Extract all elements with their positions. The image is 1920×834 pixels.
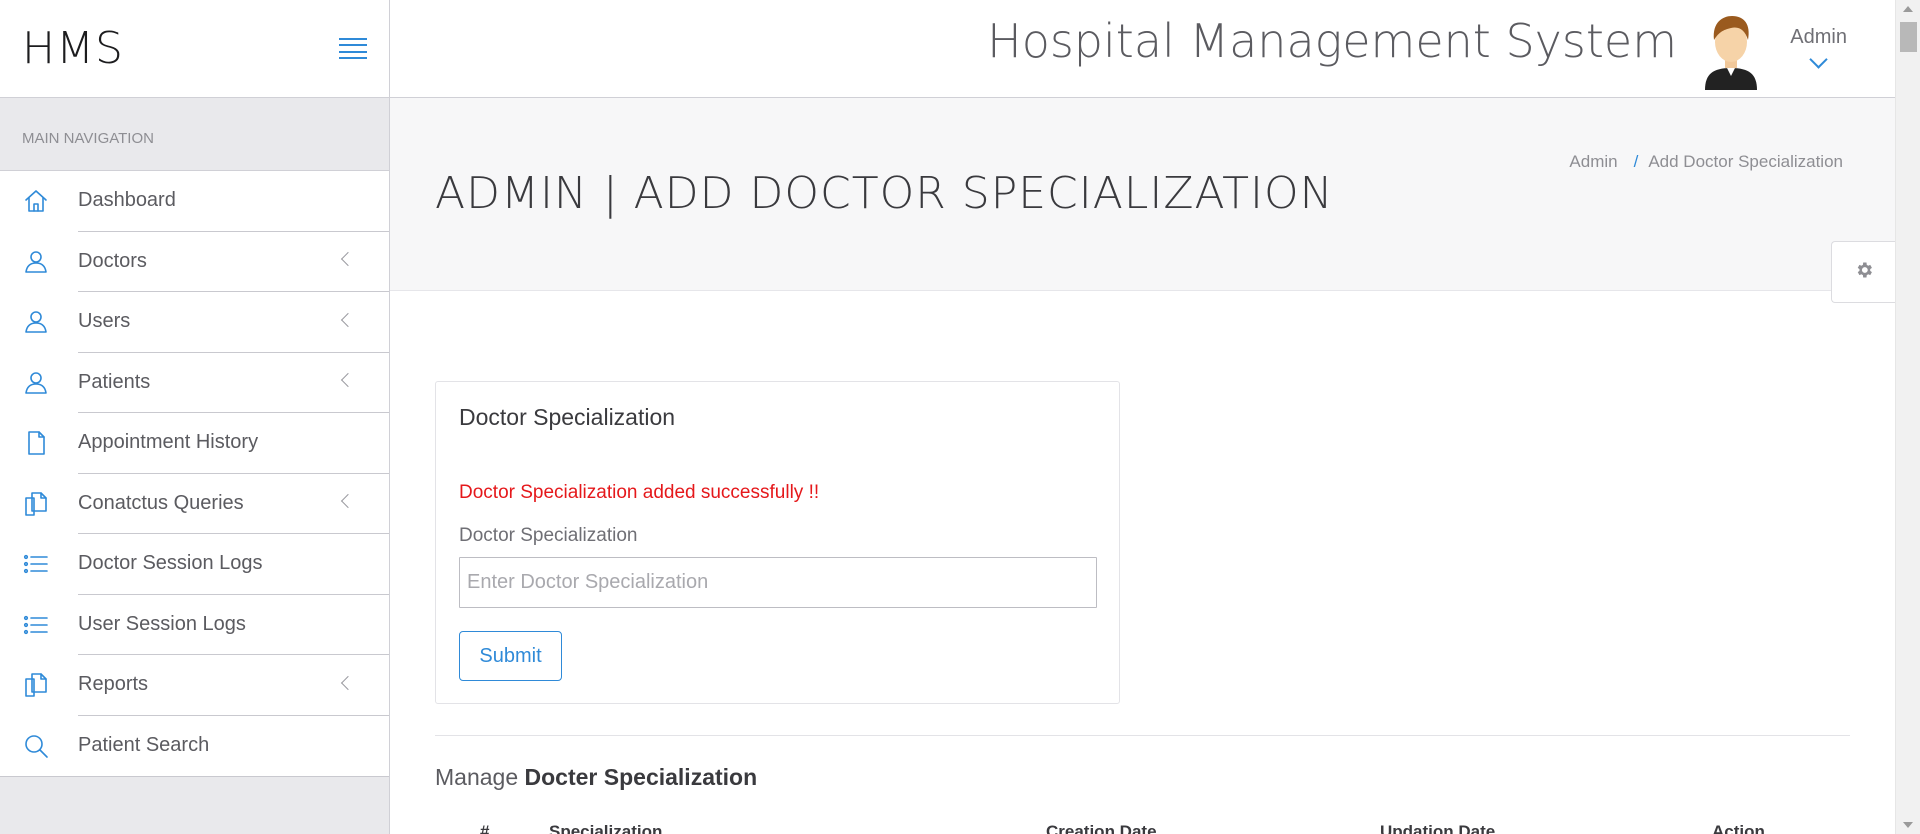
column-header-creation-date: Creation Date [1046, 822, 1157, 834]
breadcrumb: Admin / Add Doctor Specialization [1569, 152, 1843, 172]
submit-button[interactable]: Submit [459, 631, 562, 681]
divider [435, 735, 1850, 736]
sidebar-item-label: Reports [78, 673, 149, 696]
main-navigation: Dashboard Doctors Users Patients Appoint [0, 171, 389, 777]
files-icon [22, 490, 50, 518]
sidebar-item-patient-search[interactable]: Patient Search [0, 716, 389, 777]
sidebar-item-label: Patient Search [78, 734, 210, 757]
scroll-down-arrow-icon[interactable] [1903, 822, 1913, 828]
scroll-up-arrow-icon[interactable] [1903, 6, 1913, 12]
sidebar: HMS MAIN NAVIGATION Dashboard Doctors Us… [0, 0, 390, 834]
success-message: Doctor Specialization added successfully… [459, 482, 820, 503]
chevron-left-icon [340, 312, 356, 327]
menu-toggle-icon[interactable] [339, 37, 367, 60]
specialization-label: Doctor Specialization [459, 525, 638, 546]
sidebar-item-label: Appointment History [78, 431, 259, 454]
sidebar-item-label: Dashboard [78, 189, 176, 212]
specialization-panel: Doctor Specialization Doctor Specializat… [435, 381, 1120, 704]
page-header: ADMIN | ADD DOCTOR SPECIALIZATION Admin /… [390, 98, 1895, 291]
sidebar-item-contactus-queries[interactable]: Conatctus Queries [0, 474, 389, 534]
files-icon [22, 671, 50, 699]
manage-heading-light: Manage [435, 764, 519, 790]
column-header-action: Action [1712, 822, 1765, 834]
brand-logo[interactable]: HMS [22, 23, 124, 74]
brand-bar: HMS [0, 0, 389, 98]
chevron-left-icon [340, 494, 356, 509]
table-header-row: # Specialization Creation Date Updation … [435, 822, 1850, 834]
specialization-input[interactable] [459, 557, 1097, 608]
page-title: ADMIN | ADD DOCTOR SPECIALIZATION [435, 168, 1334, 219]
nav-heading: MAIN NAVIGATION [0, 98, 389, 171]
column-header-specialization: Specialization [549, 822, 663, 834]
manage-heading: Manage Docter Specialization [435, 764, 757, 791]
breadcrumb-item-current: Add Doctor Specialization [1648, 152, 1843, 171]
search-icon [22, 732, 50, 760]
chevron-left-icon [340, 252, 356, 267]
sidebar-item-label: Users [78, 310, 131, 333]
panel-title: Doctor Specialization [459, 404, 676, 430]
breadcrumb-separator: / [1633, 152, 1639, 171]
sidebar-item-reports[interactable]: Reports [0, 655, 389, 716]
sidebar-item-label: Conatctus Queries [78, 491, 244, 514]
column-header-updation-date: Updation Date [1380, 822, 1496, 834]
list-icon [22, 550, 50, 578]
sidebar-item-doctor-session-logs[interactable]: Doctor Session Logs [0, 534, 389, 595]
chevron-down-icon [1809, 50, 1828, 69]
sidebar-item-label: Doctor Session Logs [78, 552, 263, 575]
sidebar-item-patients[interactable]: Patients [0, 353, 389, 413]
avatar[interactable] [1699, 14, 1763, 90]
app-title: Hospital Management System [987, 14, 1677, 68]
user-icon [22, 369, 50, 397]
column-header-number: # [480, 822, 490, 834]
chevron-left-icon [340, 675, 356, 690]
sidebar-item-appointment-history[interactable]: Appointment History [0, 413, 389, 474]
sidebar-item-users[interactable]: Users [0, 292, 389, 353]
settings-toggle[interactable] [1831, 241, 1895, 303]
sidebar-item-user-session-logs[interactable]: User Session Logs [0, 595, 389, 655]
breadcrumb-item-admin[interactable]: Admin [1569, 152, 1617, 171]
sidebar-item-dashboard[interactable]: Dashboard [0, 171, 389, 232]
sidebar-item-label: Patients [78, 370, 151, 393]
page-scrollbar[interactable] [1895, 0, 1920, 834]
scroll-thumb[interactable] [1900, 22, 1917, 52]
list-icon [22, 611, 50, 639]
gear-icon [1854, 260, 1874, 285]
chevron-left-icon [340, 373, 356, 388]
sidebar-item-label: Doctors [78, 249, 147, 272]
user-icon [22, 308, 50, 336]
user-icon [22, 248, 50, 276]
user-menu[interactable]: Admin [1790, 26, 1847, 69]
manage-heading-strong: Docter Specialization [524, 764, 758, 790]
top-bar: Hospital Management System Admin [390, 0, 1895, 98]
sidebar-item-label: User Session Logs [78, 612, 246, 635]
sidebar-item-doctors[interactable]: Doctors [0, 232, 389, 292]
home-icon [22, 187, 50, 215]
user-name: Admin [1790, 26, 1847, 48]
file-icon [22, 429, 50, 457]
